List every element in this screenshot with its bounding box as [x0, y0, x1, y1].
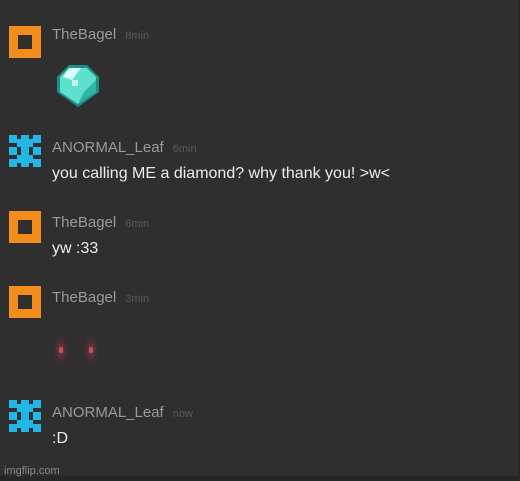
orange-square-avatar-icon[interactable] — [9, 26, 41, 58]
blush-emoji-icon — [52, 332, 112, 368]
username[interactable]: TheBagel — [52, 26, 116, 43]
timestamp: 3min — [125, 293, 150, 305]
username[interactable]: ANORMAL_Leaf — [52, 404, 164, 421]
message-text: you calling ME a diamond? why thank you!… — [52, 165, 390, 182]
timestamp: 6min — [172, 143, 197, 155]
diamond-icon — [57, 65, 99, 107]
bottom-border — [0, 476, 520, 481]
chat-feed: TheBagel 8min ANORMAL_Leaf 6min you callin… — [0, 0, 520, 476]
message-text: yw :33 — [52, 240, 99, 257]
timestamp: now — [172, 408, 193, 420]
message-text: :D — [52, 430, 68, 447]
username[interactable]: TheBagel — [52, 214, 116, 231]
blue-pixel-avatar-icon[interactable] — [9, 400, 41, 432]
orange-square-avatar-icon[interactable] — [9, 211, 41, 243]
watermark: imgflip.com — [4, 465, 60, 477]
username[interactable]: ANORMAL_Leaf — [52, 139, 164, 156]
timestamp: 6min — [125, 218, 150, 230]
username[interactable]: TheBagel — [52, 289, 116, 306]
timestamp: 8min — [125, 30, 150, 42]
orange-square-avatar-icon[interactable] — [9, 286, 41, 318]
blue-pixel-avatar-icon[interactable] — [9, 135, 41, 167]
